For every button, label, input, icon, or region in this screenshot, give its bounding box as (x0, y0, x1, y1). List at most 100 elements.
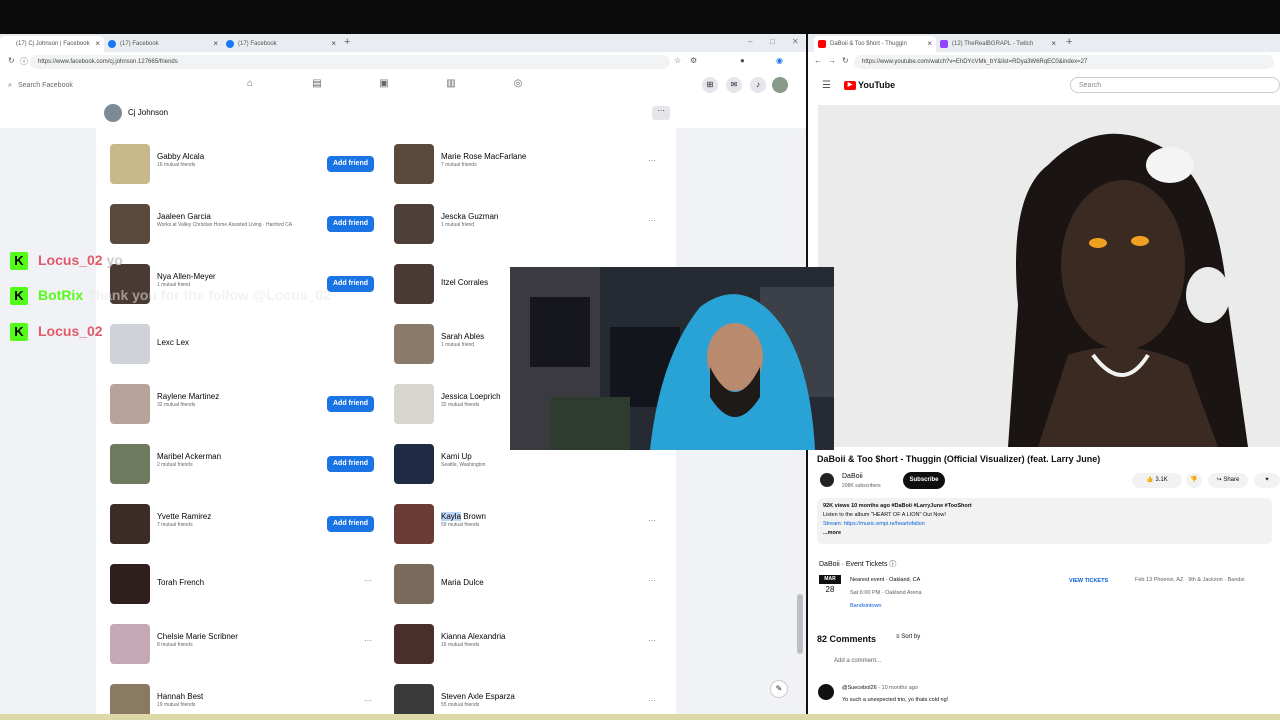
bookmark-icon[interactable]: ☆ (674, 56, 681, 65)
tab-facebook-2[interactable]: (17) Facebook × (104, 36, 222, 52)
friend-name[interactable]: Steven Axle Esparza (441, 692, 515, 701)
friend-row[interactable]: Marie Rose MacFarlane 7 mutual friends ··· (394, 144, 664, 184)
add-friend-button[interactable]: Add friend (327, 396, 374, 412)
friend-row[interactable]: Chelsie Marie Scribner 8 mutual friends ··… (110, 624, 380, 664)
friend-row[interactable]: Kayla Brown 59 mutual friends ··· (394, 504, 664, 544)
video-icon[interactable]: ▤ (309, 78, 325, 94)
menu-grid-icon[interactable]: ⊞ (702, 77, 718, 93)
info-icon[interactable]: ⓘ (20, 56, 28, 67)
more-options-icon[interactable]: ··· (648, 156, 656, 165)
friend-name[interactable]: Hannah Best (157, 692, 203, 701)
channel-name[interactable]: DaBoii (842, 473, 863, 480)
notifications-icon[interactable]: ♪ (750, 77, 766, 93)
friend-avatar[interactable] (110, 684, 150, 714)
url-field[interactable]: https://www.youtube.com/watch?v=EhDYcVMk… (854, 55, 1274, 69)
friend-avatar[interactable] (394, 324, 434, 364)
friend-avatar[interactable] (110, 444, 150, 484)
new-tab-icon[interactable]: + (1066, 36, 1072, 48)
friend-row[interactable]: Lexc Lex (110, 324, 380, 364)
friend-row[interactable]: Hannah Best 19 mutual friends ··· (110, 684, 380, 714)
profile-more-button[interactable]: ··· (652, 106, 670, 120)
profile-icon[interactable]: ● (740, 56, 745, 65)
close-tab-icon[interactable]: × (927, 36, 932, 52)
friend-avatar[interactable] (394, 564, 434, 604)
friend-avatar[interactable] (394, 684, 434, 714)
friend-avatar[interactable] (110, 624, 150, 664)
friend-avatar[interactable] (394, 384, 434, 424)
view-tickets-link[interactable]: VIEW TICKETS (1069, 578, 1108, 584)
friend-name[interactable]: Yvette Ramirez (157, 512, 211, 521)
next-event[interactable]: Feb 13 Phoenix, AZ · 9th & Jackson · Ban… (1135, 577, 1244, 583)
friend-name[interactable]: Sarah Ables (441, 332, 484, 341)
friend-avatar[interactable] (394, 204, 434, 244)
more-options-icon[interactable]: ··· (648, 516, 656, 525)
forward-icon[interactable]: → (828, 56, 836, 65)
friend-avatar[interactable] (110, 564, 150, 604)
add-friend-button[interactable]: Add friend (327, 456, 374, 472)
marketplace-icon[interactable]: ▣ (376, 78, 392, 94)
menu-icon[interactable]: ☰ (822, 80, 831, 91)
home-icon[interactable]: ⌂ (242, 78, 258, 94)
friend-row[interactable]: Yvette Ramirez 7 mutual friends Add friend (110, 504, 380, 544)
messenger-icon[interactable]: ✉ (726, 77, 742, 93)
friend-name[interactable]: Kami Up (441, 452, 472, 461)
more-options-icon[interactable]: ··· (364, 636, 372, 645)
close-tab-icon[interactable]: × (213, 36, 218, 52)
profile-avatar[interactable] (104, 104, 122, 122)
friend-avatar[interactable] (394, 264, 434, 304)
friend-name[interactable]: Lexc Lex (157, 338, 189, 347)
more-options-icon[interactable]: ··· (648, 216, 656, 225)
tab-youtube-video[interactable]: DaBoii & Too $hort - Thuggin × (814, 36, 936, 52)
back-icon[interactable]: ← (814, 56, 822, 65)
more-actions-button[interactable]: ✦ (1254, 473, 1280, 488)
extensions-icon[interactable]: ⚙ (690, 56, 697, 65)
maximize-icon[interactable]: □ (770, 37, 775, 46)
friend-row[interactable]: Torah French ··· (110, 564, 380, 604)
like-button[interactable]: 👍 3.1K (1132, 473, 1182, 488)
more-options-icon[interactable]: ··· (364, 576, 372, 585)
friend-avatar[interactable] (394, 144, 434, 184)
url-field[interactable]: https://www.facebook.com/cj.johnson.1276… (30, 55, 670, 69)
more-options-icon[interactable]: ··· (364, 696, 372, 705)
profile-name[interactable]: Cj Johnson (128, 108, 168, 117)
more-options-icon[interactable]: ··· (648, 636, 656, 645)
friend-avatar[interactable] (394, 444, 434, 484)
friend-row[interactable]: Steven Axle Esparza 55 mutual friends ··· (394, 684, 664, 714)
tab-twitch[interactable]: (12) TheRealBGRAPL - Twitch × (936, 36, 1060, 52)
add-friend-button[interactable]: Add friend (327, 156, 374, 172)
friend-name[interactable]: Jessica Loeprich (441, 392, 501, 401)
reload-icon[interactable]: ↻ (8, 56, 15, 65)
friend-row[interactable]: Raylene Martinez 32 mutual friends Add fri… (110, 384, 380, 424)
friend-name[interactable]: Gabby Alcala (157, 152, 204, 161)
youtube-search-input[interactable]: Search (1070, 77, 1280, 93)
event-vendor[interactable]: Bandsintown (850, 603, 882, 609)
friend-name[interactable]: Jaaleen Garcia (157, 212, 211, 221)
channel-avatar[interactable] (820, 473, 834, 487)
more-options-icon[interactable]: ··· (648, 696, 656, 705)
friend-name[interactable]: Kayla Brown (441, 512, 486, 521)
friend-name[interactable]: Itzel Corrales (441, 278, 488, 287)
description-link[interactable]: Stream: https://music.empi.re/heartofali… (823, 521, 925, 527)
close-tab-icon[interactable]: × (1051, 36, 1056, 52)
subscribe-button[interactable]: Subscribe (903, 472, 945, 489)
reload-icon[interactable]: ↻ (842, 56, 849, 65)
friend-name[interactable]: Maribel Ackerman (157, 452, 221, 461)
new-message-button[interactable]: ✎ (770, 680, 788, 698)
video-player[interactable] (818, 105, 1280, 447)
sort-comments-button[interactable]: ≡ Sort by (896, 634, 920, 640)
friend-name[interactable]: Chelsie Marie Scribner (157, 632, 238, 641)
friend-row[interactable]: Jescka Guzman 1 mutual friend ··· (394, 204, 664, 244)
new-tab-icon[interactable]: + (344, 36, 350, 48)
friend-row[interactable]: Jaaleen Garcia Works at Valley Christian … (110, 204, 380, 244)
friend-name[interactable]: Torah French (157, 578, 204, 587)
info-icon[interactable]: ⓘ (889, 561, 896, 568)
friend-avatar[interactable] (110, 324, 150, 364)
youtube-logo[interactable]: ▶ YouTube (844, 80, 895, 91)
friend-avatar[interactable] (110, 204, 150, 244)
chrome-profile-icon[interactable]: ◉ (776, 56, 783, 65)
commenter-avatar[interactable] (818, 684, 834, 700)
friend-name[interactable]: Raylene Martinez (157, 392, 219, 401)
friend-avatar[interactable] (110, 144, 150, 184)
gaming-icon[interactable]: ◎ (510, 78, 526, 94)
friend-name[interactable]: Jescka Guzman (441, 212, 498, 221)
